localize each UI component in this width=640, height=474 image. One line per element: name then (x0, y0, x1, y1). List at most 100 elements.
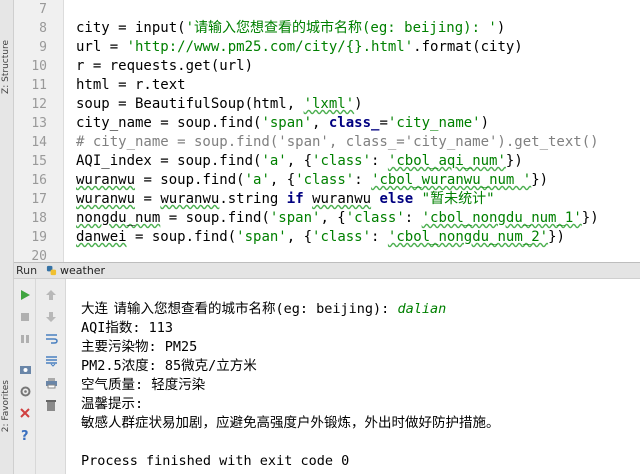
clear-all-button[interactable] (43, 397, 59, 413)
code-token: , { (269, 172, 296, 188)
code-token: danwei (76, 229, 127, 245)
pause-icon (21, 335, 29, 343)
stop-icon (21, 313, 29, 321)
line-number: 12 (31, 97, 47, 112)
console-user-input: dalian (397, 301, 447, 317)
gear-icon (20, 386, 30, 396)
favorites-tool-tab[interactable]: 2: Favorites (1, 380, 13, 432)
trash-icon (46, 399, 56, 411)
code-token: ) (496, 20, 506, 36)
left-tool-stripe: Z: Structure 2: Favorites (0, 0, 14, 474)
code-line[interactable]: # city_name = soup.find('span', class_='… (76, 133, 599, 152)
line-number: 18 (31, 211, 47, 226)
code-token: 'cbol_aqi_num' (387, 153, 506, 169)
code-token: = soup.find( (135, 172, 245, 188)
camera-icon (19, 365, 31, 374)
code-token: , { (286, 153, 313, 169)
code-editor[interactable]: 7 8 9 10 11 12 13 14 15 16 17 18 19 20 city = input('… (14, 0, 640, 262)
code-token: 'span' (261, 115, 313, 131)
pause-button[interactable] (17, 331, 33, 347)
line-number: 17 (31, 192, 47, 207)
run-toolbar-primary: ? (14, 279, 36, 474)
code-line[interactable]: soup = BeautifulSoup(html, 'lxml') (76, 95, 363, 114)
code-token: , { (320, 210, 346, 226)
code-line[interactable]: html = r.text (76, 76, 186, 95)
structure-tool-tab[interactable]: Z: Structure (1, 40, 13, 94)
play-icon (21, 290, 30, 300)
code-token: = soup.find( (160, 210, 270, 226)
console-prompt: 请输入您想查看的城市名称(eg: beijing): (113, 301, 398, 317)
code-token: }) (505, 153, 523, 169)
code-line[interactable]: city_name = soup.find('span', class_='ci… (76, 114, 489, 133)
console-output-line: 主要污染物: PM25 (81, 339, 198, 355)
scroll-to-end-button[interactable] (43, 353, 59, 369)
code-token: }) (548, 229, 565, 245)
code-token: 'class' (295, 172, 355, 188)
code-line[interactable]: url = 'http://www.pm25.com/city/{}.html'… (76, 38, 523, 57)
code-line[interactable]: wuranwu = soup.find('a', {'class': 'cbol… (76, 171, 548, 190)
code-token: , { (286, 229, 313, 245)
code-token: AQI_index = soup.find( (76, 153, 262, 169)
code-token: ) (354, 96, 363, 112)
code-token: 'lxml' (303, 96, 355, 112)
scroll-up-button[interactable] (43, 287, 59, 303)
code-token: wuranwu (76, 172, 136, 188)
console-output-line: 空气质量: 轻度污染 (81, 377, 206, 393)
arrow-down-icon (46, 312, 56, 322)
soft-wrap-button[interactable] (43, 331, 59, 347)
settings-button[interactable] (17, 383, 33, 399)
code-token: class_ (328, 115, 380, 131)
code-token: : (371, 229, 388, 245)
console-output-line: PM2.5浓度: 85微克/立方米 (81, 358, 257, 374)
code-line[interactable]: AQI_index = soup.find('a', {'class': 'cb… (76, 152, 523, 171)
code-line[interactable]: r = requests.get(url) (76, 57, 253, 76)
code-token: 'class' (345, 210, 405, 226)
run-console[interactable]: 请输入您想查看的城市名称(eg: beijing): dalian 大连 AQI指… (66, 279, 640, 474)
stop-button[interactable] (17, 309, 33, 325)
close-run-button[interactable] (17, 405, 33, 421)
console-output-line: 大连 (81, 301, 108, 317)
code-token: 'cbol_wuranwu_num ' (371, 172, 532, 188)
code-token: }) (531, 172, 549, 188)
code-line[interactable]: nongdu_num = soup.find('span', {'class':… (76, 209, 599, 228)
wrap-icon (45, 334, 58, 344)
console-output-line: AQI指数: 113 (81, 320, 174, 336)
code-token: city_name = soup.find( (76, 115, 262, 131)
console-output-line: Process finished with exit code 0 (81, 453, 350, 469)
arrow-up-icon (46, 290, 56, 300)
run-tab-label: weather (60, 264, 106, 277)
code-line[interactable]: wuranwu = wuranwu.string if wuranwu else… (76, 190, 495, 209)
code-line[interactable]: city = input('请输入您想查看的城市名称(eg: beijing):… (76, 19, 505, 38)
run-panel-header: Run weather (14, 262, 640, 279)
code-token: : (354, 172, 372, 188)
line-number: 16 (31, 173, 47, 188)
run-panel-label: Run (16, 264, 38, 277)
code-line[interactable]: danwei = soup.find('span', {'class': 'cb… (76, 228, 565, 247)
help-icon: ? (21, 429, 29, 442)
print-button[interactable] (43, 375, 59, 391)
python-icon (46, 265, 57, 276)
line-number: 13 (31, 116, 47, 131)
code-token: city = input( (76, 20, 186, 36)
code-token: : (371, 153, 388, 169)
line-number: 15 (31, 154, 47, 169)
code-token: soup = BeautifulSoup(html, (76, 96, 304, 112)
code-token: .string (219, 191, 287, 207)
help-button[interactable]: ? (17, 427, 33, 443)
code-token: # city_name = soup.find('span', class_='… (76, 134, 599, 150)
printer-icon (45, 378, 57, 389)
svg-text:?: ? (21, 429, 29, 442)
line-number: 11 (31, 78, 47, 93)
scroll-end-icon (45, 356, 57, 367)
code-token: else (379, 191, 414, 207)
code-token: = (379, 115, 388, 131)
code-token: 'cbol_nongdu_num_2' (387, 229, 549, 245)
code-token: 'city_name' (387, 115, 481, 131)
dump-threads-button[interactable] (17, 361, 33, 377)
scroll-down-button[interactable] (43, 309, 59, 325)
run-tab-weather[interactable]: weather (44, 263, 109, 279)
rerun-button[interactable] (17, 287, 33, 303)
code-token: wuranwu (312, 191, 372, 207)
